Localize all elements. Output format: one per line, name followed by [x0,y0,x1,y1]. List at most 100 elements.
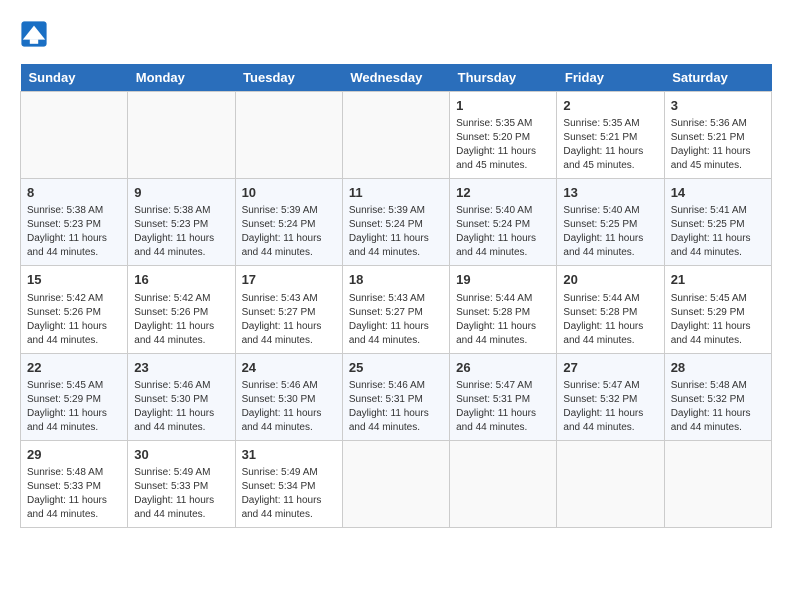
day-info: Sunrise: 5:36 AMSunset: 5:21 PMDaylight:… [671,117,765,173]
calendar-day-cell: 20 Sunrise: 5:44 AMSunset: 5:28 PMDayligh… [557,266,664,353]
calendar-day-cell: 16 Sunrise: 5:42 AMSunset: 5:26 PMDayligh… [128,266,235,353]
day-info: Sunrise: 5:46 AMSunset: 5:30 PMDaylight:… [134,379,228,435]
day-info: Sunrise: 5:49 AMSunset: 5:34 PMDaylight:… [242,466,336,522]
day-info: Sunrise: 5:35 AMSunset: 5:21 PMDaylight:… [563,117,657,173]
day-number: 11 [349,184,443,202]
day-info: Sunrise: 5:45 AMSunset: 5:29 PMDaylight:… [671,292,765,348]
day-info: Sunrise: 5:40 AMSunset: 5:24 PMDaylight:… [456,204,550,260]
day-info: Sunrise: 5:42 AMSunset: 5:26 PMDaylight:… [27,292,121,348]
calendar-day-cell: 18 Sunrise: 5:43 AMSunset: 5:27 PMDayligh… [342,266,449,353]
day-number: 2 [563,97,657,115]
calendar-day-cell: 15 Sunrise: 5:42 AMSunset: 5:26 PMDayligh… [21,266,128,353]
day-number: 12 [456,184,550,202]
day-info: Sunrise: 5:38 AMSunset: 5:23 PMDaylight:… [27,204,121,260]
calendar-day-cell: 1 Sunrise: 5:35 AMSunset: 5:20 PMDaylight… [450,92,557,179]
day-number: 16 [134,271,228,289]
day-info: Sunrise: 5:45 AMSunset: 5:29 PMDaylight:… [27,379,121,435]
day-number: 31 [242,446,336,464]
day-number: 27 [563,359,657,377]
calendar-day-cell: 9 Sunrise: 5:38 AMSunset: 5:23 PMDaylight… [128,179,235,266]
day-info: Sunrise: 5:40 AMSunset: 5:25 PMDaylight:… [563,204,657,260]
day-number: 3 [671,97,765,115]
calendar-day-cell: 29Sunrise: 5:48 AMSunset: 5:33 PMDayligh… [21,440,128,527]
logo-icon [20,20,48,48]
calendar-day-cell: 14 Sunrise: 5:41 AMSunset: 5:25 PMDayligh… [664,179,771,266]
page-header [20,20,772,48]
day-info: Sunrise: 5:38 AMSunset: 5:23 PMDaylight:… [134,204,228,260]
weekday-header-row: SundayMondayTuesdayWednesdayThursdayFrid… [21,64,772,92]
calendar-week-row: 29Sunrise: 5:48 AMSunset: 5:33 PMDayligh… [21,440,772,527]
calendar-day-cell: 30 Sunrise: 5:49 AMSunset: 5:33 PMDayligh… [128,440,235,527]
calendar-day-cell: 22 Sunrise: 5:45 AMSunset: 5:29 PMDayligh… [21,353,128,440]
day-info: Sunrise: 5:46 AMSunset: 5:31 PMDaylight:… [349,379,443,435]
day-number: 23 [134,359,228,377]
day-number: 8 [27,184,121,202]
calendar-day-cell: 3 Sunrise: 5:36 AMSunset: 5:21 PMDaylight… [664,92,771,179]
day-number: 26 [456,359,550,377]
day-number: 30 [134,446,228,464]
calendar-day-cell: 25 Sunrise: 5:46 AMSunset: 5:31 PMDayligh… [342,353,449,440]
day-number: 9 [134,184,228,202]
weekday-header-cell: Sunday [21,64,128,92]
calendar-body: 1 Sunrise: 5:35 AMSunset: 5:20 PMDaylight… [21,92,772,528]
calendar-day-cell: 19 Sunrise: 5:44 AMSunset: 5:28 PMDayligh… [450,266,557,353]
day-number: 29 [27,446,121,464]
day-number: 17 [242,271,336,289]
calendar-day-cell [557,440,664,527]
calendar-day-cell [128,92,235,179]
day-number: 21 [671,271,765,289]
day-number: 10 [242,184,336,202]
weekday-header-cell: Friday [557,64,664,92]
calendar-day-cell: 21 Sunrise: 5:45 AMSunset: 5:29 PMDayligh… [664,266,771,353]
day-info: Sunrise: 5:44 AMSunset: 5:28 PMDaylight:… [456,292,550,348]
calendar-day-cell: 24 Sunrise: 5:46 AMSunset: 5:30 PMDayligh… [235,353,342,440]
day-info: Sunrise: 5:43 AMSunset: 5:27 PMDaylight:… [242,292,336,348]
day-number: 22 [27,359,121,377]
day-info: Sunrise: 5:49 AMSunset: 5:33 PMDaylight:… [134,466,228,522]
day-number: 1 [456,97,550,115]
day-number: 19 [456,271,550,289]
day-info: Sunrise: 5:39 AMSunset: 5:24 PMDaylight:… [242,204,336,260]
calendar-day-cell: 10 Sunrise: 5:39 AMSunset: 5:24 PMDayligh… [235,179,342,266]
day-info: Sunrise: 5:35 AMSunset: 5:20 PMDaylight:… [456,117,550,173]
day-number: 24 [242,359,336,377]
day-info: Sunrise: 5:46 AMSunset: 5:30 PMDaylight:… [242,379,336,435]
calendar-day-cell: 12 Sunrise: 5:40 AMSunset: 5:24 PMDayligh… [450,179,557,266]
calendar-day-cell: 27 Sunrise: 5:47 AMSunset: 5:32 PMDayligh… [557,353,664,440]
day-number: 20 [563,271,657,289]
calendar-day-cell [664,440,771,527]
day-info: Sunrise: 5:39 AMSunset: 5:24 PMDaylight:… [349,204,443,260]
calendar-day-cell: 28 Sunrise: 5:48 AMSunset: 5:32 PMDayligh… [664,353,771,440]
day-number: 28 [671,359,765,377]
calendar-day-cell: 13 Sunrise: 5:40 AMSunset: 5:25 PMDayligh… [557,179,664,266]
weekday-header-cell: Thursday [450,64,557,92]
calendar-week-row: 15 Sunrise: 5:42 AMSunset: 5:26 PMDayligh… [21,266,772,353]
weekday-header-cell: Tuesday [235,64,342,92]
weekday-header-cell: Wednesday [342,64,449,92]
day-number: 13 [563,184,657,202]
calendar-day-cell: 8 Sunrise: 5:38 AMSunset: 5:23 PMDaylight… [21,179,128,266]
calendar-day-cell [235,92,342,179]
day-number: 18 [349,271,443,289]
day-number: 15 [27,271,121,289]
day-info: Sunrise: 5:48 AMSunset: 5:32 PMDaylight:… [671,379,765,435]
day-info: Sunrise: 5:43 AMSunset: 5:27 PMDaylight:… [349,292,443,348]
calendar-week-row: 8 Sunrise: 5:38 AMSunset: 5:23 PMDaylight… [21,179,772,266]
day-info: Sunrise: 5:41 AMSunset: 5:25 PMDaylight:… [671,204,765,260]
calendar-day-cell [342,440,449,527]
logo [20,20,52,48]
weekday-header-cell: Monday [128,64,235,92]
calendar-day-cell [21,92,128,179]
weekday-header-cell: Saturday [664,64,771,92]
calendar-day-cell [342,92,449,179]
day-info: Sunrise: 5:44 AMSunset: 5:28 PMDaylight:… [563,292,657,348]
calendar-day-cell: 17 Sunrise: 5:43 AMSunset: 5:27 PMDayligh… [235,266,342,353]
day-info: Sunrise: 5:47 AMSunset: 5:32 PMDaylight:… [563,379,657,435]
day-info: Sunrise: 5:42 AMSunset: 5:26 PMDaylight:… [134,292,228,348]
day-info: Sunrise: 5:47 AMSunset: 5:31 PMDaylight:… [456,379,550,435]
day-number: 14 [671,184,765,202]
calendar-day-cell: 2 Sunrise: 5:35 AMSunset: 5:21 PMDaylight… [557,92,664,179]
calendar-day-cell: 11 Sunrise: 5:39 AMSunset: 5:24 PMDayligh… [342,179,449,266]
calendar-day-cell: 26 Sunrise: 5:47 AMSunset: 5:31 PMDayligh… [450,353,557,440]
day-number: 25 [349,359,443,377]
